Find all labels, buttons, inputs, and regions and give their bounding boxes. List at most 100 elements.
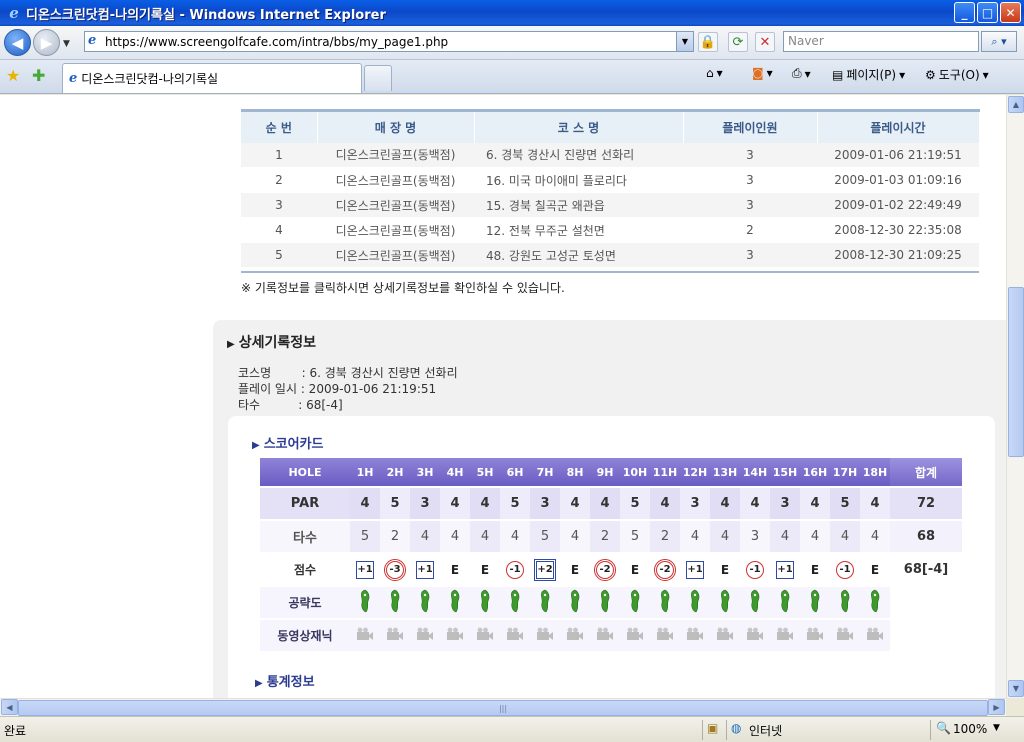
video-camera-icon[interactable] bbox=[836, 627, 854, 641]
video-camera-icon[interactable] bbox=[356, 627, 374, 641]
video-cell[interactable] bbox=[680, 620, 710, 651]
strategy-cell[interactable] bbox=[710, 587, 740, 618]
minimize-button[interactable]: _ bbox=[954, 2, 975, 23]
video-cell[interactable] bbox=[800, 620, 830, 651]
strategy-cell[interactable] bbox=[800, 587, 830, 618]
strategy-cell[interactable] bbox=[440, 587, 470, 618]
video-cell[interactable] bbox=[650, 620, 680, 651]
video-cell[interactable] bbox=[470, 620, 500, 651]
strategy-cell[interactable] bbox=[350, 587, 380, 618]
video-camera-icon[interactable] bbox=[746, 627, 764, 641]
tools-menu[interactable]: ⚙ 도구(O) ▾ bbox=[925, 66, 989, 83]
strategy-cell[interactable] bbox=[830, 587, 860, 618]
vertical-scrollbar[interactable]: ▲ ▼ bbox=[1006, 95, 1024, 698]
strategy-cell[interactable] bbox=[470, 587, 500, 618]
green-map-icon[interactable] bbox=[628, 589, 642, 613]
video-camera-icon[interactable] bbox=[866, 627, 884, 641]
green-map-icon[interactable] bbox=[748, 589, 762, 613]
record-row[interactable]: 3 디온스크린골프(동백점) 15. 경북 칠곡군 왜관읍 3 2009-01-02 2… bbox=[241, 192, 979, 218]
video-camera-icon[interactable] bbox=[686, 627, 704, 641]
horizontal-scrollbar[interactable]: ◀ ||| ▶ bbox=[0, 698, 1006, 716]
vertical-scroll-thumb[interactable] bbox=[1008, 287, 1024, 457]
scroll-up-icon[interactable]: ▲ bbox=[1008, 96, 1024, 113]
strategy-cell[interactable] bbox=[500, 587, 530, 618]
video-cell[interactable] bbox=[860, 620, 890, 651]
video-cell[interactable] bbox=[410, 620, 440, 651]
video-cell[interactable] bbox=[590, 620, 620, 651]
video-cell[interactable] bbox=[440, 620, 470, 651]
add-favorites-icon[interactable]: ✚ bbox=[32, 66, 45, 85]
video-camera-icon[interactable] bbox=[446, 627, 464, 641]
green-map-icon[interactable] bbox=[868, 589, 882, 613]
green-map-icon[interactable] bbox=[418, 589, 432, 613]
favorites-star-icon[interactable]: ★ bbox=[6, 66, 20, 85]
strategy-cell[interactable] bbox=[740, 587, 770, 618]
green-map-icon[interactable] bbox=[508, 589, 522, 613]
video-cell[interactable] bbox=[530, 620, 560, 651]
feeds-button[interactable]: ◙ ▾ bbox=[752, 66, 773, 80]
video-camera-icon[interactable] bbox=[536, 627, 554, 641]
green-map-icon[interactable] bbox=[688, 589, 702, 613]
video-camera-icon[interactable] bbox=[656, 627, 674, 641]
video-camera-icon[interactable] bbox=[806, 627, 824, 641]
green-map-icon[interactable] bbox=[778, 589, 792, 613]
strategy-cell[interactable] bbox=[680, 587, 710, 618]
strategy-cell[interactable] bbox=[410, 587, 440, 618]
video-camera-icon[interactable] bbox=[416, 627, 434, 641]
video-camera-icon[interactable] bbox=[626, 627, 644, 641]
print-button[interactable]: ⎙ ▾ bbox=[792, 66, 811, 81]
green-map-icon[interactable] bbox=[568, 589, 582, 613]
scroll-right-icon[interactable]: ▶ bbox=[988, 699, 1005, 715]
strategy-cell[interactable] bbox=[620, 587, 650, 618]
scroll-down-icon[interactable]: ▼ bbox=[1008, 680, 1024, 697]
tab-active[interactable]: e 디온스크린닷컴-나의기록실 bbox=[62, 63, 362, 93]
maximize-button[interactable]: □ bbox=[977, 2, 998, 23]
record-row[interactable]: 5 디온스크린골프(동백점) 48. 강원도 고성군 토성면 3 2008-12-30 … bbox=[241, 242, 979, 268]
green-map-icon[interactable] bbox=[478, 589, 492, 613]
video-cell[interactable] bbox=[830, 620, 860, 651]
video-camera-icon[interactable] bbox=[506, 627, 524, 641]
search-input[interactable]: Naver bbox=[783, 31, 979, 52]
video-cell[interactable] bbox=[380, 620, 410, 651]
url-input[interactable]: e https://www.screengolfcafe.com/intra/b… bbox=[84, 31, 694, 52]
video-camera-icon[interactable] bbox=[566, 627, 584, 641]
zoom-dropdown-icon[interactable]: ▼ bbox=[993, 723, 1000, 733]
video-camera-icon[interactable] bbox=[386, 627, 404, 641]
record-row[interactable]: 1 디온스크린골프(동백점) 6. 경북 경산시 진량면 선화리 3 2009-01-0… bbox=[241, 142, 979, 168]
horizontal-scroll-thumb[interactable]: ||| bbox=[18, 700, 988, 716]
strategy-cell[interactable] bbox=[590, 587, 620, 618]
green-map-icon[interactable] bbox=[838, 589, 852, 613]
close-button[interactable]: ✕ bbox=[1000, 2, 1021, 23]
zoom-level[interactable]: 100% bbox=[953, 722, 987, 736]
protected-mode-icon[interactable]: ▣ bbox=[707, 721, 718, 735]
history-dropdown-icon[interactable]: ▼ bbox=[63, 39, 70, 49]
back-button[interactable]: ◀ bbox=[4, 29, 31, 56]
video-cell[interactable] bbox=[350, 620, 380, 651]
video-cell[interactable] bbox=[710, 620, 740, 651]
new-tab-button[interactable] bbox=[364, 65, 392, 91]
video-camera-icon[interactable] bbox=[596, 627, 614, 641]
strategy-cell[interactable] bbox=[560, 587, 590, 618]
strategy-cell[interactable] bbox=[530, 587, 560, 618]
strategy-cell[interactable] bbox=[650, 587, 680, 618]
refresh-icon[interactable]: ⟳ bbox=[728, 32, 748, 52]
green-map-icon[interactable] bbox=[598, 589, 612, 613]
video-cell[interactable] bbox=[560, 620, 590, 651]
video-cell[interactable] bbox=[740, 620, 770, 651]
page-menu[interactable]: ▤ 페이지(P) ▾ bbox=[832, 66, 905, 83]
strategy-cell[interactable] bbox=[860, 587, 890, 618]
video-camera-icon[interactable] bbox=[716, 627, 734, 641]
scroll-left-icon[interactable]: ◀ bbox=[1, 699, 18, 715]
record-row[interactable]: 2 디온스크린골프(동백점) 16. 미국 마이애미 플로리다 3 2009-01-03… bbox=[241, 167, 979, 193]
search-button[interactable]: ⌕ ▾ bbox=[981, 31, 1017, 52]
record-row[interactable]: 4 디온스크린골프(동백점) 12. 전북 무주군 설천면 2 2008-12-30 2… bbox=[241, 217, 979, 243]
green-map-icon[interactable] bbox=[658, 589, 672, 613]
green-map-icon[interactable] bbox=[808, 589, 822, 613]
video-cell[interactable] bbox=[620, 620, 650, 651]
forward-button[interactable]: ▶ bbox=[33, 29, 60, 56]
video-camera-icon[interactable] bbox=[776, 627, 794, 641]
url-dropdown-icon[interactable]: ▼ bbox=[676, 32, 693, 51]
lock-icon[interactable]: 🔒 bbox=[698, 32, 718, 52]
green-map-icon[interactable] bbox=[538, 589, 552, 613]
home-button[interactable]: ⌂ ▾ bbox=[706, 66, 723, 80]
